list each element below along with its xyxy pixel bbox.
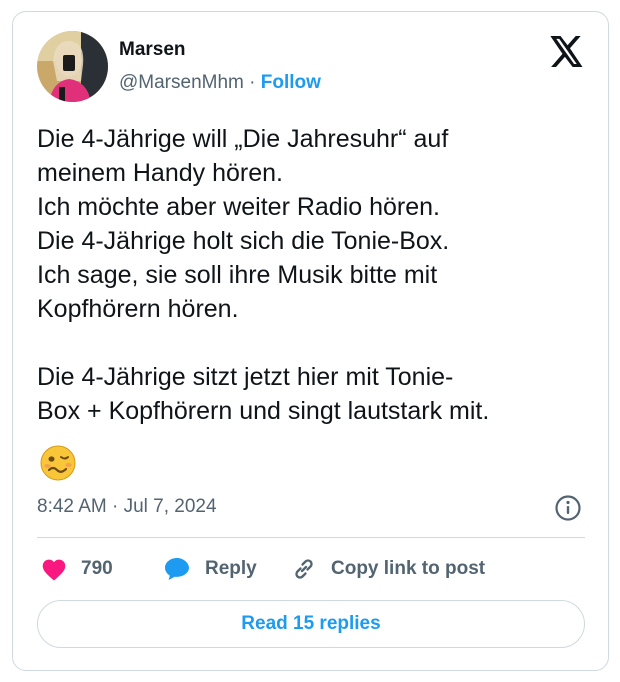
woozy-face-emoji bbox=[39, 444, 77, 482]
tweet-line: Ich möchte aber weiter Radio hören. bbox=[37, 193, 440, 221]
tweet-line: Ich sage, sie soll ihre Musik bitte mit bbox=[37, 261, 438, 289]
reply-label: Reply bbox=[205, 558, 257, 579]
speech-bubble-icon bbox=[165, 558, 189, 580]
copy-link-button[interactable]: Copy link to post bbox=[291, 556, 485, 582]
tweet-text: Die 4-Jährige will „Die Jahresuhr“ auf m… bbox=[37, 122, 597, 428]
avatar[interactable] bbox=[37, 31, 108, 102]
read-replies-button[interactable]: Read 15 replies bbox=[37, 600, 585, 648]
author-name[interactable]: Marsen bbox=[119, 39, 186, 61]
tweet-card: Marsen @MarsenMhm · Follow Die 4-Jährige… bbox=[12, 11, 609, 671]
tweet-line: Die 4-Jährige will „Die Jahresuhr“ auf bbox=[37, 125, 449, 153]
tweet-line: Box + Kopfhörern und singt lautstark mit… bbox=[37, 397, 490, 425]
author-handle-line: @MarsenMhm · Follow bbox=[119, 72, 321, 94]
tweet-line: Kopfhörern hören. bbox=[37, 295, 239, 323]
link-icon bbox=[295, 559, 313, 579]
like-button[interactable]: 790 bbox=[41, 556, 113, 582]
heart-icon bbox=[42, 559, 66, 581]
divider bbox=[37, 537, 585, 538]
reply-button[interactable]: Reply bbox=[163, 556, 257, 582]
separator-dot: · bbox=[249, 72, 256, 93]
x-logo-icon[interactable] bbox=[550, 36, 584, 67]
author-handle[interactable]: @MarsenMhm bbox=[119, 72, 244, 93]
timestamp[interactable]: 8:42 AM · Jul 7, 2024 bbox=[37, 496, 217, 518]
follow-button[interactable]: Follow bbox=[261, 72, 321, 93]
tweet-line: meinem Handy hören. bbox=[37, 159, 283, 187]
tweet-line: Die 4-Jährige sitzt jetzt hier mit Tonie… bbox=[37, 363, 454, 391]
copy-link-label: Copy link to post bbox=[331, 558, 486, 579]
like-count: 790 bbox=[81, 558, 113, 579]
info-icon[interactable] bbox=[554, 494, 582, 522]
tweet-line: Die 4-Jährige holt sich die Tonie-Box. bbox=[37, 227, 450, 255]
